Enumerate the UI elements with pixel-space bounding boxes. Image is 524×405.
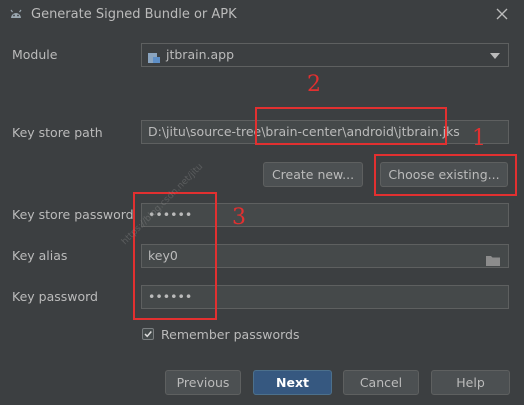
annotation-box-2 (255, 107, 447, 145)
module-label: Module (12, 47, 58, 62)
key-store-path-label: Key store path (12, 125, 103, 140)
cancel-button[interactable]: Cancel (343, 370, 419, 395)
help-button[interactable]: Help (431, 370, 510, 395)
previous-button[interactable]: Previous (165, 370, 241, 395)
remember-passwords-label: Remember passwords (161, 327, 300, 342)
create-new-button[interactable]: Create new... (263, 162, 363, 187)
module-folder-icon (148, 49, 161, 63)
android-icon (8, 7, 24, 23)
annotation-number-2: 2 (307, 72, 321, 97)
folder-icon[interactable] (486, 251, 500, 266)
remember-passwords-checkbox[interactable] (142, 328, 154, 340)
annotation-number-1: 1 (472, 126, 486, 151)
title-bar: Generate Signed Bundle or APK (0, 0, 524, 30)
dialog-title: Generate Signed Bundle or APK (31, 7, 237, 22)
close-icon[interactable] (494, 6, 510, 22)
checkmark-icon (144, 331, 152, 338)
module-combobox[interactable]: jtbrain.app (141, 43, 509, 67)
module-value: jtbrain.app (166, 47, 235, 62)
annotation-box-1 (374, 154, 517, 196)
chevron-down-icon[interactable] (490, 53, 500, 59)
key-store-password-label: Key store password (12, 207, 134, 222)
next-button[interactable]: Next (253, 370, 332, 395)
key-password-label: Key password (12, 289, 98, 304)
key-alias-label: Key alias (12, 248, 68, 263)
annotation-number-3: 3 (232, 205, 246, 230)
annotation-box-3 (133, 192, 217, 320)
